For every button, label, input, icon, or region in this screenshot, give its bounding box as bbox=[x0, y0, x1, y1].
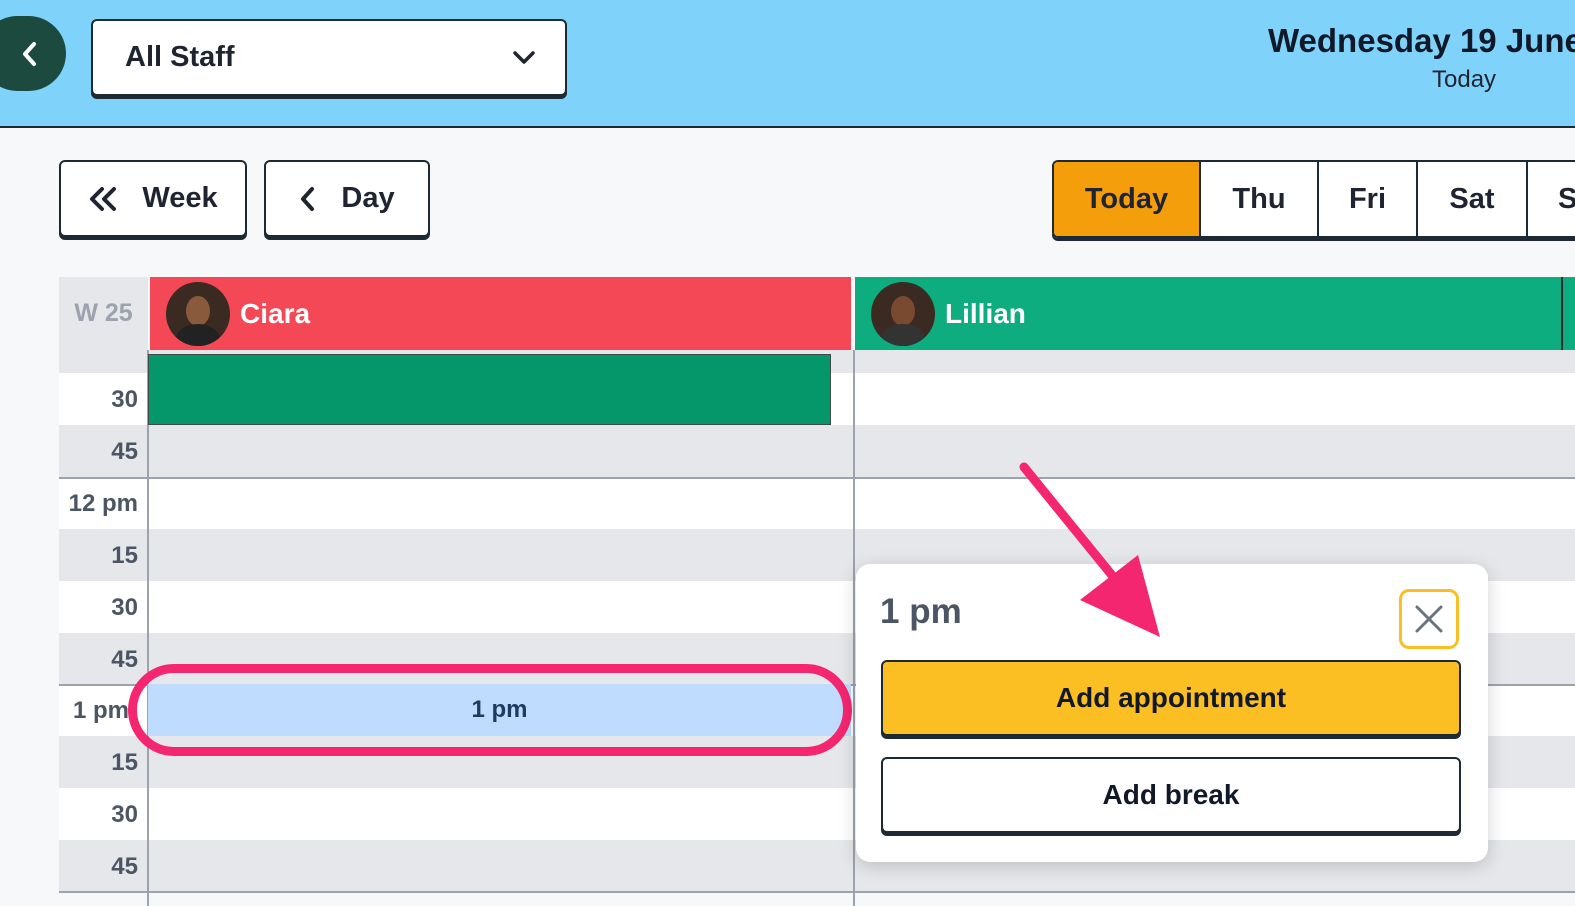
date-title: Wednesday 19 June bbox=[1268, 22, 1575, 59]
day-tabs: Today Thu Fri Sat S bbox=[1052, 160, 1575, 238]
highlight-annotation bbox=[128, 664, 852, 756]
top-bar: All Staff Wednesday 19 June Today bbox=[0, 0, 1575, 128]
hour-divider bbox=[59, 891, 1575, 893]
time-label: 30 bbox=[111, 801, 138, 828]
tab-sun[interactable]: S bbox=[1528, 162, 1575, 236]
week-number: W 25 bbox=[59, 277, 148, 350]
column-divider bbox=[147, 350, 149, 906]
time-row[interactable]: 45 bbox=[59, 425, 1575, 477]
tab-fri[interactable]: Fri bbox=[1319, 162, 1418, 236]
chevron-left-icon bbox=[301, 186, 315, 211]
close-button[interactable] bbox=[1399, 589, 1459, 649]
tab-today[interactable]: Today bbox=[1054, 162, 1201, 236]
appointment-block[interactable] bbox=[148, 354, 831, 425]
time-label: 45 bbox=[111, 646, 138, 673]
time-label: 30 bbox=[111, 594, 138, 621]
double-chevron-left-icon bbox=[90, 186, 117, 211]
time-label: 30 bbox=[111, 386, 138, 413]
previous-week-button[interactable]: Week bbox=[59, 160, 247, 237]
staff-name: Ciara bbox=[240, 297, 311, 329]
staff-select[interactable]: All Staff bbox=[91, 19, 567, 96]
hour-divider bbox=[59, 477, 1575, 479]
avatar bbox=[871, 281, 935, 346]
tab-sat[interactable]: Sat bbox=[1418, 162, 1528, 236]
arrow-annotation-icon bbox=[1019, 462, 1160, 637]
time-row[interactable]: 12 pm bbox=[59, 477, 1575, 529]
add-break-button[interactable]: Add break bbox=[881, 757, 1461, 833]
time-label: 45 bbox=[111, 853, 138, 880]
time-label: 45 bbox=[111, 438, 138, 465]
time-label: 1 pm bbox=[72, 697, 129, 724]
previous-day-button[interactable]: Day bbox=[264, 160, 430, 237]
add-appointment-button[interactable]: Add appointment bbox=[881, 660, 1461, 736]
back-button[interactable] bbox=[0, 16, 66, 91]
day-button-label: Day bbox=[341, 182, 395, 214]
time-label: 15 bbox=[111, 749, 138, 776]
date-display: Wednesday 19 June Today bbox=[1268, 22, 1575, 94]
column-divider bbox=[853, 350, 855, 906]
chevron-down-icon bbox=[513, 50, 535, 64]
date-subtitle: Today bbox=[1432, 66, 1497, 93]
chevron-left-icon bbox=[23, 41, 36, 66]
popover-title: 1 pm bbox=[880, 592, 962, 631]
time-label: 12 pm bbox=[68, 490, 138, 517]
week-button-label: Week bbox=[142, 182, 218, 214]
staff-column-header-lillian[interactable]: Lillian bbox=[855, 277, 1561, 350]
close-icon bbox=[1415, 605, 1443, 633]
avatar bbox=[166, 281, 230, 346]
time-label: 15 bbox=[111, 542, 138, 569]
staff-column-header-ciara[interactable]: Ciara bbox=[150, 277, 851, 350]
staff-name: Lillian bbox=[945, 297, 1026, 329]
staff-column-header-partial bbox=[1561, 277, 1575, 350]
staff-select-value: All Staff bbox=[125, 41, 235, 73]
tab-thu[interactable]: Thu bbox=[1201, 162, 1319, 236]
